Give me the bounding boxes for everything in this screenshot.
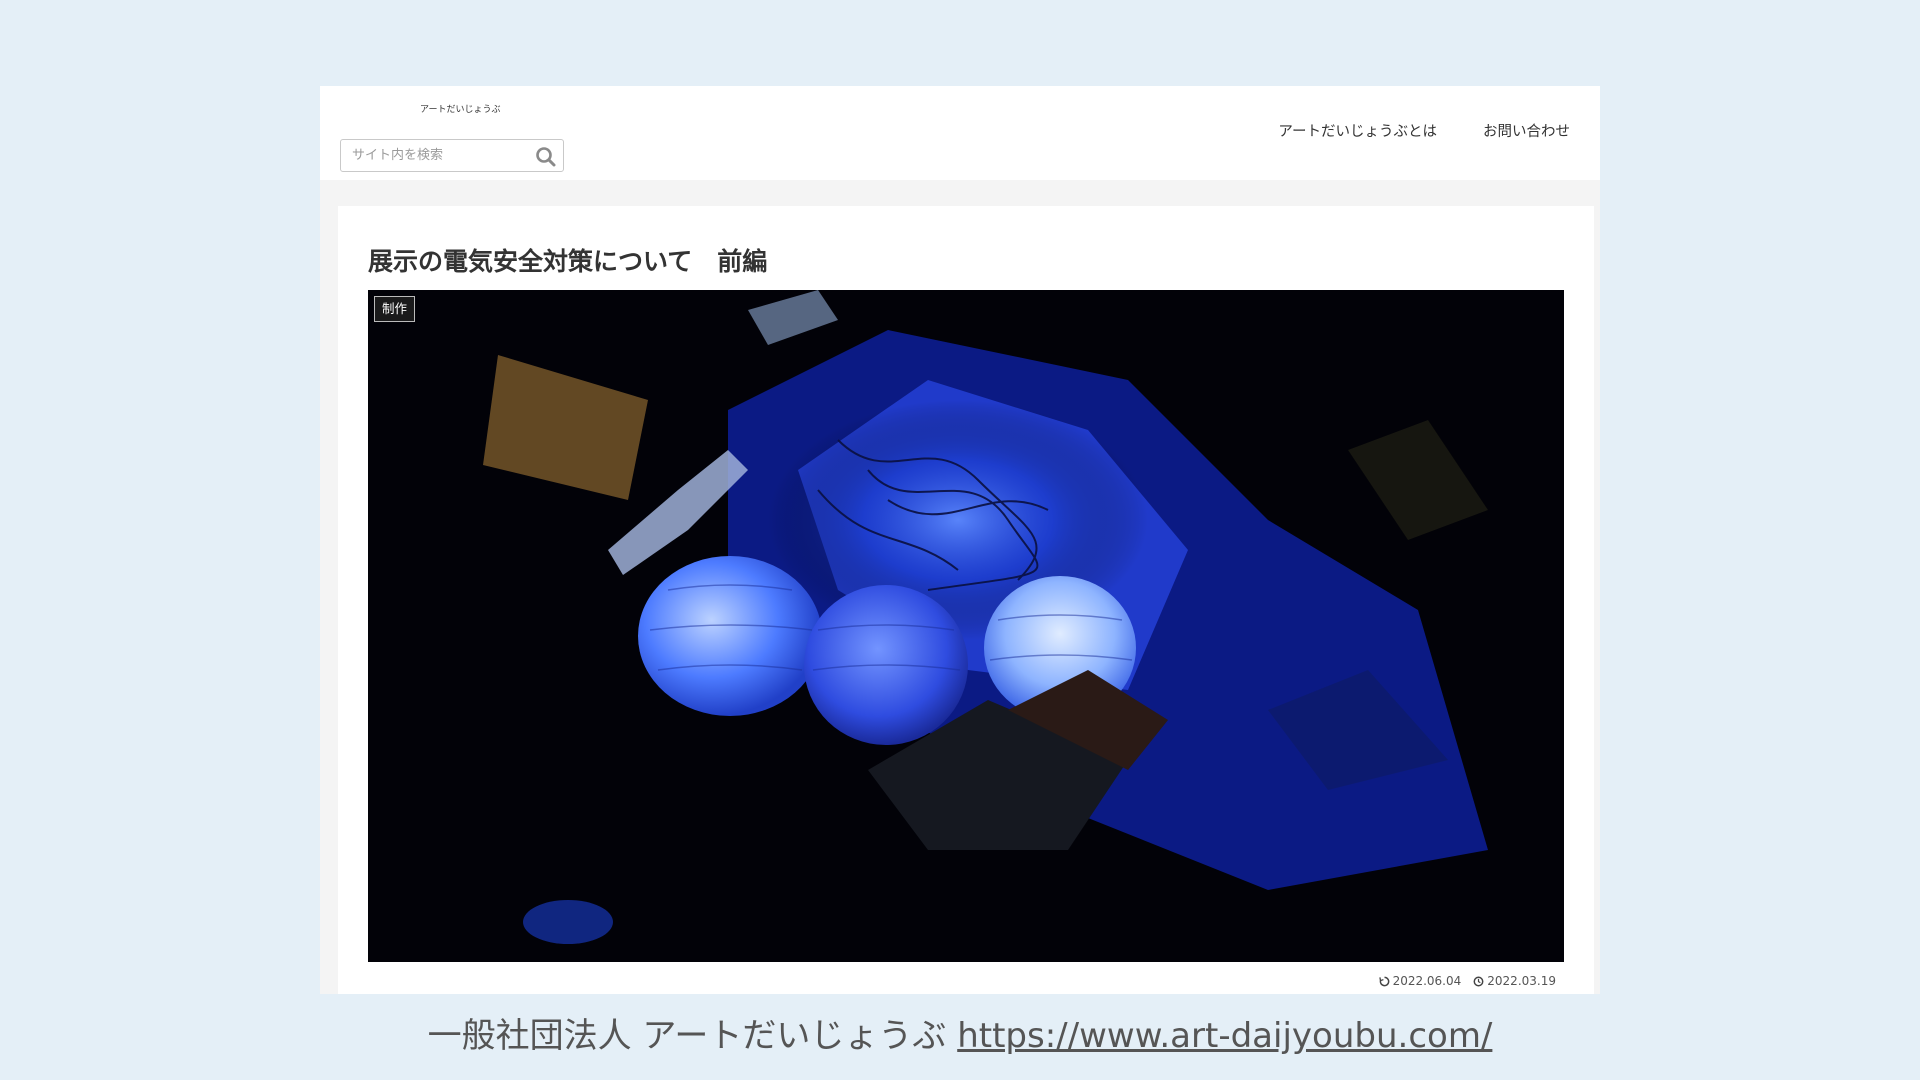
article-title: 展示の電気安全対策について 前編 <box>368 247 768 276</box>
search-icon <box>536 147 556 167</box>
caption-url-link[interactable]: https://www.art-daijyoubu.com/ <box>957 1016 1492 1056</box>
site-header: アートだいじょうぶ アートだいじょうぶとは お問い合わせ <box>320 86 1600 180</box>
search-button[interactable] <box>533 144 559 168</box>
website-screenshot: アートだいじょうぶ アートだいじょうぶとは お問い合わせ 展示の電気安全対策につ… <box>320 86 1600 994</box>
search-input[interactable] <box>341 140 527 171</box>
lanterns-photo <box>368 290 1564 962</box>
caption-org: 一般社団法人 アートだいじょうぶ <box>427 1016 947 1056</box>
nav-item-contact[interactable]: お問い合わせ <box>1483 120 1570 141</box>
update-icon <box>1378 976 1389 986</box>
updated-date: 2022.06.04 <box>1378 974 1462 988</box>
article-card: 展示の電気安全対策について 前編 制作 2022.06.04 2022.03.1… <box>338 206 1594 994</box>
slide: アートだいじょうぶ アートだいじょうぶとは お問い合わせ 展示の電気安全対策につ… <box>0 0 1920 1080</box>
published-date-text: 2022.03.19 <box>1487 974 1556 988</box>
global-nav: アートだいじょうぶとは お問い合わせ <box>1278 120 1570 141</box>
footer-caption: 一般社団法人 アートだいじょうぶ https://www.art-daijyou… <box>0 1008 1920 1057</box>
published-date: 2022.03.19 <box>1473 974 1556 988</box>
eyecatch-image: 制作 <box>368 290 1564 962</box>
clock-icon <box>1473 976 1484 986</box>
search-box <box>340 139 564 172</box>
category-label[interactable]: 制作 <box>374 296 416 322</box>
site-logo[interactable]: アートだいじょうぶ <box>420 102 500 115</box>
post-dates: 2022.06.04 2022.03.19 <box>1378 974 1556 988</box>
updated-date-text: 2022.06.04 <box>1392 974 1462 988</box>
nav-item-about[interactable]: アートだいじょうぶとは <box>1278 120 1437 141</box>
